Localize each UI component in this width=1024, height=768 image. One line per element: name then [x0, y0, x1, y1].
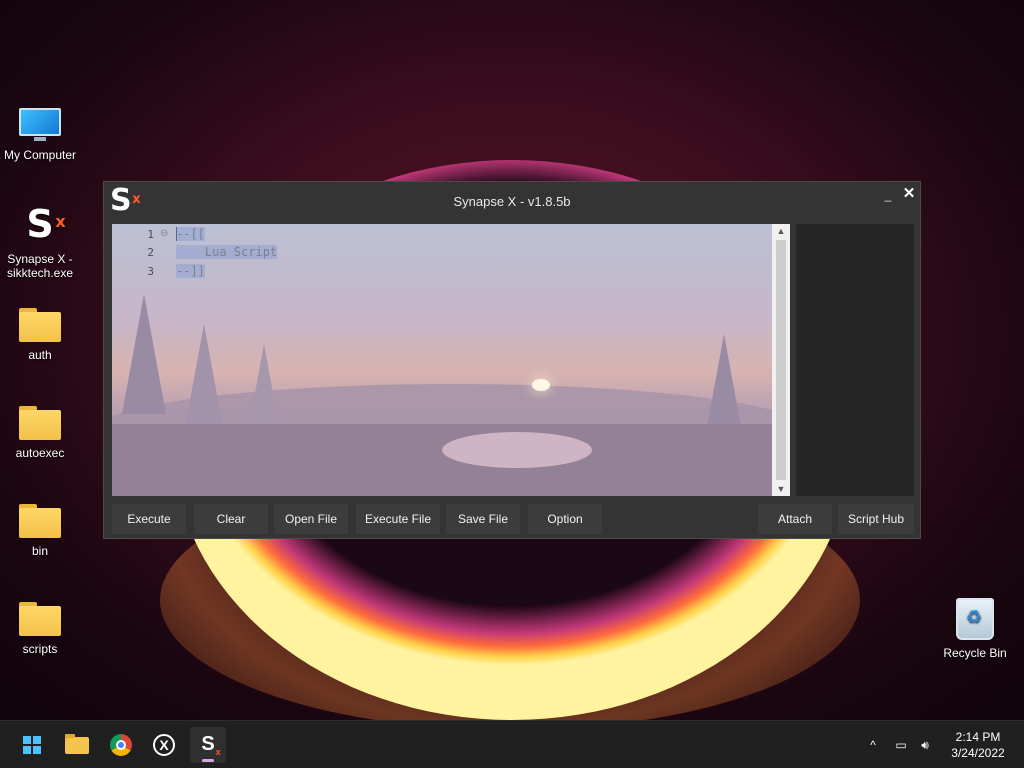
editor-background-ground — [112, 424, 782, 496]
desktop-icon-label: auth — [28, 348, 52, 362]
option-button[interactable]: Option — [528, 504, 602, 534]
folder-icon — [19, 602, 61, 636]
desktop-icon-recycle-bin[interactable]: ♻ Recycle Bin — [935, 598, 1015, 660]
desktop-icon-my-computer[interactable]: My Computer — [0, 108, 80, 162]
desktop-icon-bin[interactable]: bin — [0, 504, 80, 558]
fold-toggle-icon[interactable]: ⊖ — [160, 228, 168, 239]
desktop-icon-label: scripts — [22, 642, 58, 656]
code-line: Lua Script — [176, 245, 278, 259]
start-icon — [23, 736, 41, 754]
desktop-icon-synapse-x[interactable]: Sx Synapse X - sikktech.exe — [0, 204, 80, 280]
save-file-button[interactable]: Save File — [446, 504, 520, 534]
desktop-icon-label: My Computer — [3, 148, 77, 162]
taskbar-chrome[interactable] — [103, 727, 139, 763]
execute-button[interactable]: Execute — [112, 504, 186, 534]
taskbar: X Sx ^ ▭ 🔊︎ 2:14 PM 3/24/2022 — [0, 720, 1024, 768]
editor-background-sun — [532, 379, 550, 391]
volume-icon[interactable]: 🔊︎ — [916, 721, 934, 768]
title-bar[interactable]: Sx Synapse X - v1.8.5b _ ✕ — [104, 182, 920, 222]
folder-icon — [19, 406, 61, 440]
code-line: --]] — [176, 264, 205, 278]
editor-scrollbar[interactable]: ▲ ▼ — [772, 224, 790, 496]
desktop-icon-label: bin — [31, 544, 48, 558]
minimize-button[interactable]: _ — [880, 188, 896, 204]
desktop-icon-label: Recycle Bin — [943, 646, 1007, 660]
network-icon[interactable]: ▭ — [892, 721, 910, 768]
start-button[interactable] — [14, 727, 50, 763]
line-number: 2 — [147, 246, 154, 259]
taskbar-xbox[interactable]: X — [146, 727, 182, 763]
scroll-up-arrow-icon[interactable]: ▲ — [772, 224, 790, 238]
tray-overflow-chevron-icon[interactable]: ^ — [866, 721, 880, 768]
desktop-icon-auth[interactable]: auth — [0, 308, 80, 362]
desktop-icon-label: autoexec — [15, 446, 65, 460]
desktop-icon-label: Synapse X - sikktech.exe — [6, 252, 74, 280]
line-number: 1 — [147, 228, 154, 241]
line-number-gutter: 1 2 3 ⊖ — [112, 224, 174, 496]
file-explorer-icon — [65, 734, 89, 754]
monitor-icon — [19, 108, 61, 142]
script-list-panel[interactable] — [796, 224, 914, 496]
execute-file-button[interactable]: Execute File — [356, 504, 440, 534]
script-editor[interactable]: 1 2 3 ⊖ --[[ Lua Script --]] — [112, 224, 782, 496]
synapse-icon: Sx — [201, 733, 221, 757]
line-number: 3 — [147, 265, 154, 278]
window-title: Synapse X - v1.8.5b — [453, 194, 571, 209]
desktop-icon-autoexec[interactable]: autoexec — [0, 406, 80, 460]
desktop-icon-scripts[interactable]: scripts — [0, 602, 80, 656]
clock-time: 2:14 PM — [955, 730, 1001, 744]
recycle-bin-icon: ♻ — [956, 598, 994, 640]
clear-button[interactable]: Clear — [194, 504, 268, 534]
script-hub-button[interactable]: Script Hub — [838, 504, 914, 534]
xbox-icon: X — [153, 734, 175, 756]
active-app-indicator — [202, 759, 214, 762]
scroll-down-arrow-icon[interactable]: ▼ — [772, 482, 790, 496]
system-clock[interactable]: 2:14 PM 3/24/2022 — [938, 729, 1018, 761]
taskbar-file-explorer[interactable] — [59, 727, 95, 763]
open-file-button[interactable]: Open File — [274, 504, 348, 534]
editor-background-lake — [442, 432, 592, 468]
code-line: --[[ — [176, 227, 205, 241]
attach-button[interactable]: Attach — [758, 504, 832, 534]
clock-date: 3/24/2022 — [951, 746, 1005, 760]
scrollbar-thumb[interactable] — [776, 240, 786, 480]
chrome-icon — [110, 734, 132, 756]
taskbar-synapse-x[interactable]: Sx — [190, 727, 226, 763]
synapse-x-icon: Sx — [26, 202, 66, 246]
synapse-window: Sx Synapse X - v1.8.5b _ ✕ 1 2 3 ⊖ --[[ … — [103, 181, 921, 539]
close-button[interactable]: ✕ — [900, 184, 918, 202]
folder-icon — [19, 504, 61, 538]
folder-icon — [19, 308, 61, 342]
